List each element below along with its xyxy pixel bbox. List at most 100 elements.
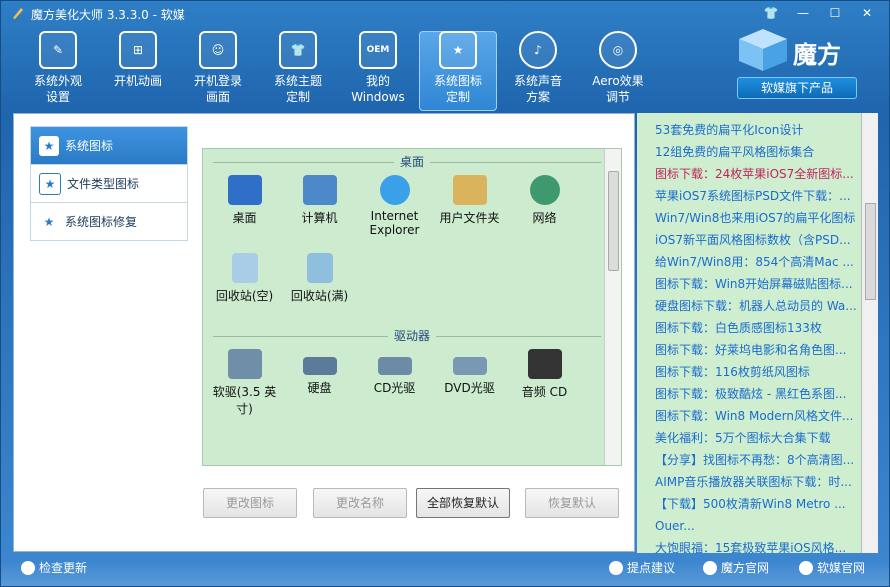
news-link[interactable]: 给Win7/Win8用：854个高清Mac ... bbox=[655, 251, 857, 273]
recycle-bin-full-icon bbox=[306, 253, 333, 283]
floppy-drive-icon bbox=[227, 349, 262, 379]
brand-products-button[interactable]: 软媒旗下产品 bbox=[737, 77, 857, 99]
tool-theme[interactable]: 👕 系统主题 定制 bbox=[259, 31, 337, 111]
news-link[interactable]: 图标下载：116枚剪纸风图标 bbox=[655, 361, 857, 383]
icon-audio-cd[interactable]: 音频 CD bbox=[507, 345, 582, 423]
panel-scrollbar[interactable] bbox=[604, 149, 621, 465]
cube-site-link[interactable]: 魔方官网 bbox=[703, 559, 769, 576]
news-link[interactable]: 12组免费的扁平风格图标集合 bbox=[655, 141, 857, 163]
recycle-bin-empty-icon bbox=[231, 253, 258, 283]
brush-icon: ✎ bbox=[39, 31, 77, 69]
lightbulb-icon bbox=[609, 560, 623, 575]
title-bar: 魔方美化大师 3.3.3.0 - 软媒 👕 — ☐ ✕ bbox=[1, 1, 889, 27]
news-link[interactable]: 美化福利：5万个图标大合集下载 bbox=[655, 427, 857, 449]
check-update-link[interactable]: 检查更新 bbox=[21, 559, 87, 576]
media-site-link[interactable]: 软媒官网 bbox=[799, 559, 865, 576]
tool-system-icons[interactable]: ★ 系统图标 定制 bbox=[419, 31, 497, 111]
news-link[interactable]: 53套免费的扁平化Icon设计 bbox=[655, 119, 857, 141]
section-header-drives: 驱动器 bbox=[203, 327, 621, 345]
section-header-desktop: 桌面 bbox=[203, 153, 621, 171]
nav-icon-repair[interactable]: ★ 系统图标修复 bbox=[30, 203, 188, 241]
icon-computer[interactable]: 计算机 bbox=[282, 171, 357, 249]
sidebar-scrollbar[interactable] bbox=[861, 113, 878, 553]
user-icon: ☺ bbox=[199, 31, 237, 69]
brand-area: 魔方 软媒旗下产品 bbox=[737, 27, 877, 107]
monitor-icon bbox=[227, 175, 262, 205]
icon-desktop[interactable]: 桌面 bbox=[207, 171, 282, 249]
news-link[interactable]: 图标下载：极致酷炫 - 黑红色系图... bbox=[655, 383, 857, 405]
icon-recycle-empty[interactable]: 回收站(空) bbox=[207, 249, 282, 327]
network-globe-icon bbox=[529, 175, 560, 205]
icon-user-folder[interactable]: 用户文件夹 bbox=[432, 171, 507, 249]
cube-logo-icon bbox=[739, 29, 787, 71]
scrollbar-thumb[interactable] bbox=[865, 203, 876, 300]
side-nav: ★ 系统图标 ★ 文件类型图标 ★ 系统图标修复 bbox=[30, 126, 188, 241]
user-folder-icon bbox=[452, 175, 487, 205]
window-title: 魔方美化大师 3.3.3.0 - 软媒 bbox=[31, 8, 185, 22]
tool-my-windows[interactable]: OEM 我的 Windows bbox=[339, 31, 417, 111]
news-link[interactable]: 苹果iOS7系统图标PSD文件下载：... bbox=[655, 185, 857, 207]
icon-network[interactable]: 网络 bbox=[507, 171, 582, 249]
tool-login-screen[interactable]: ☺ 开机登录 画面 bbox=[179, 31, 257, 111]
scrollbar-thumb[interactable] bbox=[608, 171, 619, 271]
tool-appearance[interactable]: ✎ 系统外观 设置 bbox=[19, 31, 97, 111]
oem-icon: OEM bbox=[359, 31, 397, 69]
news-link[interactable]: Ouer... bbox=[655, 515, 857, 537]
nav-system-icons[interactable]: ★ 系统图标 bbox=[30, 126, 188, 165]
icon-internet-explorer[interactable]: Internet Explorer bbox=[357, 171, 432, 249]
news-link[interactable]: iOS7新平面风格图标数枚（含PSD... bbox=[655, 229, 857, 251]
computer-icon bbox=[302, 175, 337, 205]
close-button[interactable]: ✕ bbox=[855, 3, 879, 23]
icon-cd-drive[interactable]: CD光驱 bbox=[357, 345, 432, 423]
tool-aero[interactable]: ◎ Aero效果 调节 bbox=[579, 31, 657, 111]
news-link[interactable]: 硬盘图标下载：机器人总动员的 Wa... bbox=[655, 295, 857, 317]
status-bar: 检查更新 提点建议 魔方官网 软媒官网 bbox=[1, 553, 889, 587]
update-arrow-icon bbox=[21, 560, 35, 575]
maximize-button[interactable]: ☐ bbox=[823, 3, 847, 23]
tool-sound[interactable]: ♪ 系统声音 方案 bbox=[499, 31, 577, 111]
icon-floppy[interactable]: 软驱(3.5 英寸) bbox=[207, 345, 282, 423]
nav-filetype-icons[interactable]: ★ 文件类型图标 bbox=[30, 165, 188, 203]
change-icon-button[interactable]: 更改图标 bbox=[203, 488, 297, 518]
dvd-drive-icon bbox=[452, 357, 487, 375]
hard-disk-icon bbox=[302, 357, 337, 375]
file-star-icon: ★ bbox=[39, 172, 61, 195]
nav-item-label: 系统图标修复 bbox=[65, 215, 138, 229]
news-sidebar: 53套免费的扁平化Icon设计 12组免费的扁平风格图标集合 图标下载：24枚苹果i… bbox=[637, 113, 861, 555]
windows-logo-icon: ⊞ bbox=[119, 31, 157, 69]
cube-icon bbox=[703, 560, 717, 575]
icon-dvd-drive[interactable]: DVD光驱 bbox=[432, 345, 507, 423]
app-window: 魔方美化大师 3.3.3.0 - 软媒 👕 — ☐ ✕ ✎ 系统外观 设置 ⊞ … bbox=[0, 0, 890, 587]
shirt-icon: 👕 bbox=[279, 31, 317, 69]
star-repair-icon: ★ bbox=[43, 214, 55, 229]
news-link[interactable]: 【下载】500枚清新Win8 Metro ... bbox=[655, 493, 857, 515]
news-list: 53套免费的扁平化Icon设计 12组免费的扁平风格图标集合 图标下载：24枚苹果i… bbox=[637, 113, 861, 559]
nav-item-label: 系统图标 bbox=[65, 139, 114, 153]
news-link[interactable]: 图标下载：24枚苹果iOS7全新图标... bbox=[655, 163, 857, 185]
nav-item-label: 文件类型图标 bbox=[67, 177, 140, 191]
restore-all-button[interactable]: 全部恢复默认 bbox=[416, 488, 510, 518]
aero-target-icon: ◎ bbox=[599, 31, 637, 69]
news-link[interactable]: 图标下载：Win8 Modern风格文件... bbox=[655, 405, 857, 427]
news-link[interactable]: 图标下载：Win8开始屏幕磁贴图标... bbox=[655, 273, 857, 295]
tool-boot-animation[interactable]: ⊞ 开机动画 bbox=[99, 31, 177, 111]
skin-icon[interactable]: 👕 bbox=[759, 3, 783, 23]
news-link[interactable]: AIMP音乐播放器关联图标下载：时... bbox=[655, 471, 857, 493]
minimize-button[interactable]: — bbox=[791, 3, 815, 23]
star-icon: ★ bbox=[439, 31, 477, 69]
news-link[interactable]: 图标下载：白色质感图标133枚 bbox=[655, 317, 857, 339]
star-icon: ★ bbox=[39, 135, 59, 156]
change-name-button[interactable]: 更改名称 bbox=[313, 488, 407, 518]
restore-default-button[interactable]: 恢复默认 bbox=[525, 488, 619, 518]
icon-hard-disk[interactable]: 硬盘 bbox=[282, 345, 357, 423]
suggest-link[interactable]: 提点建议 bbox=[609, 559, 675, 576]
news-link[interactable]: 【分享】找图标不再愁：8个高清图... bbox=[655, 449, 857, 471]
main-content: ★ 系统图标 ★ 文件类型图标 ★ 系统图标修复 桌面 桌面 计算机 Inter… bbox=[13, 113, 635, 552]
music-note-icon: ♪ bbox=[519, 31, 557, 69]
brush-icon bbox=[13, 8, 23, 19]
icon-recycle-full[interactable]: 回收站(满) bbox=[282, 249, 357, 327]
media-logo-icon bbox=[799, 560, 813, 575]
news-link[interactable]: 图标下载：好莱坞电影和名角色图... bbox=[655, 339, 857, 361]
cd-drive-icon bbox=[377, 357, 412, 375]
news-link[interactable]: Win7/Win8也来用iOS7的扁平化图标 bbox=[655, 207, 857, 229]
